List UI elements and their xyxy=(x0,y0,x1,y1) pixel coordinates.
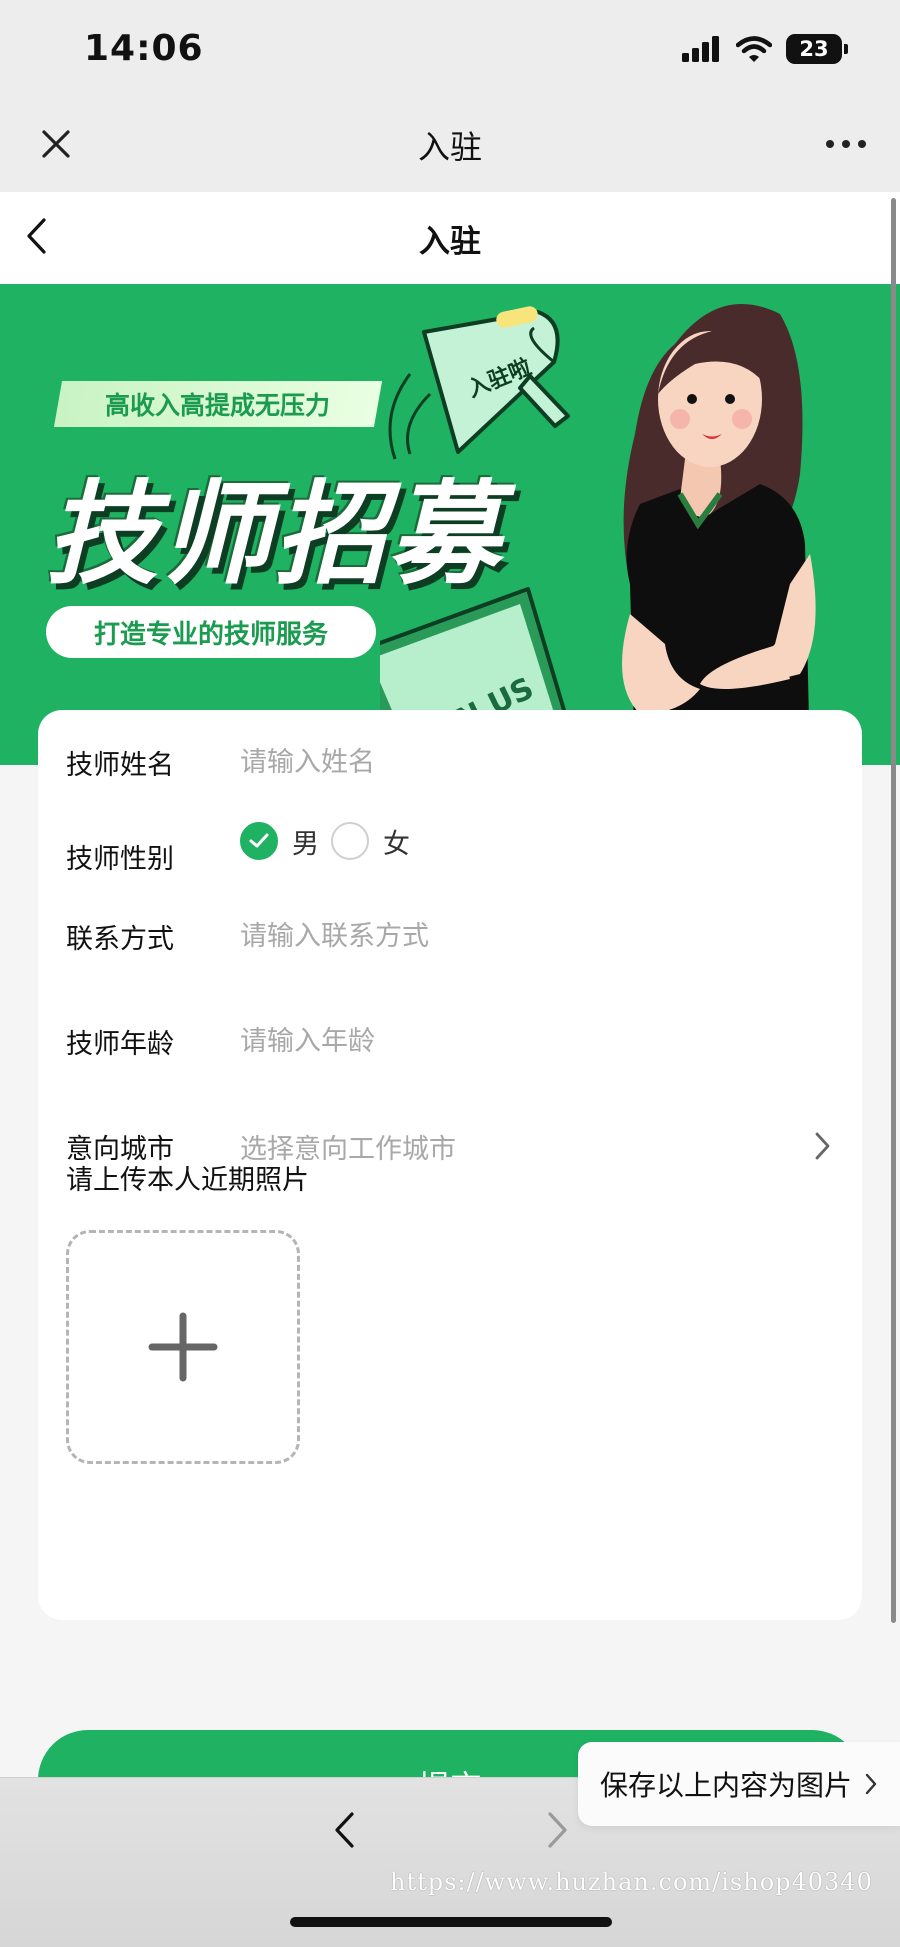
page-title: 入驻 xyxy=(419,224,481,260)
gender-row: 技师性别 男 女 xyxy=(66,816,834,876)
upload-label: 请上传本人近期照片 xyxy=(66,1165,309,1196)
gender-male-label: 男 xyxy=(292,828,319,860)
plus-icon xyxy=(148,1312,218,1382)
name-label: 技师姓名 xyxy=(66,749,174,781)
radio-checked-icon[interactable] xyxy=(240,822,278,860)
phone-label: 联系方式 xyxy=(66,923,174,955)
more-icon[interactable] xyxy=(822,124,870,164)
banner-illustration: 入驻啦 JOIN US xyxy=(380,304,816,765)
save-as-image-label: 保存以上内容为图片 xyxy=(600,1769,853,1802)
gender-female-label: 女 xyxy=(383,828,410,860)
phone-row: 联系方式 xyxy=(66,906,834,966)
age-row: 技师年龄 xyxy=(66,1011,834,1071)
battery-icon: 23 xyxy=(786,34,848,64)
battery-level: 23 xyxy=(786,34,842,64)
banner-subtitle: 打造专业的技师服务 xyxy=(93,619,328,650)
wechat-nav-bar: 入驻 xyxy=(0,100,900,192)
phone-input[interactable] xyxy=(240,920,834,952)
signal-icon xyxy=(682,36,719,62)
age-input[interactable] xyxy=(240,1025,834,1057)
status-time: 14:06 xyxy=(84,28,204,69)
name-row: 技师姓名 xyxy=(66,732,834,792)
banner-tag: 高收入高提成无压力 xyxy=(53,381,383,427)
chevron-right-icon xyxy=(865,1773,877,1795)
wechat-title: 入驻 xyxy=(417,128,482,166)
page-header: 入驻 xyxy=(0,192,900,284)
nav-forward-icon[interactable] xyxy=(542,1808,572,1852)
woman-illustration xyxy=(622,304,816,765)
name-input[interactable] xyxy=(240,746,834,778)
status-icons: 23 xyxy=(682,34,848,64)
home-indicator xyxy=(290,1917,612,1927)
page-content: 入驻 高收入高提成无压力 技师招募 打造专业的技师服务 入驻啦 技师姓名 请输入… xyxy=(0,192,900,1777)
form-card: 技师姓名 技师性别 男 女 联系方式 xyxy=(38,710,862,1620)
city-select[interactable]: 选择意向工作城市 xyxy=(240,1127,812,1166)
save-as-image-button[interactable]: 保存以上内容为图片 xyxy=(578,1742,900,1826)
banner-tag-text: 高收入高提成无压力 xyxy=(105,391,331,420)
age-label: 技师年龄 xyxy=(66,1028,174,1060)
status-bar: 14:06 23 xyxy=(0,0,900,100)
gender-label: 技师性别 xyxy=(66,843,174,875)
wifi-icon xyxy=(736,36,772,62)
nav-back-icon[interactable] xyxy=(330,1808,360,1852)
megaphone-icon: 入驻啦 xyxy=(388,306,570,460)
banner-subtitle-pill: 打造专业的技师服务 xyxy=(46,606,376,658)
gender-option-male[interactable]: 男 xyxy=(240,822,319,861)
radio-unchecked-icon[interactable] xyxy=(331,822,369,860)
photo-upload-button[interactable] xyxy=(66,1230,300,1464)
scrollbar[interactable] xyxy=(891,198,896,1623)
recruitment-banner: 高收入高提成无压力 技师招募 打造专业的技师服务 入驻啦 JOIN US xyxy=(0,284,900,765)
gender-option-female[interactable]: 女 xyxy=(331,822,410,861)
gender-radio-group: 男 女 xyxy=(240,822,422,861)
chevron-right-icon[interactable] xyxy=(812,1129,834,1163)
watermark-text: https://www.huzhan.com/ishop40340 xyxy=(390,1868,873,1896)
